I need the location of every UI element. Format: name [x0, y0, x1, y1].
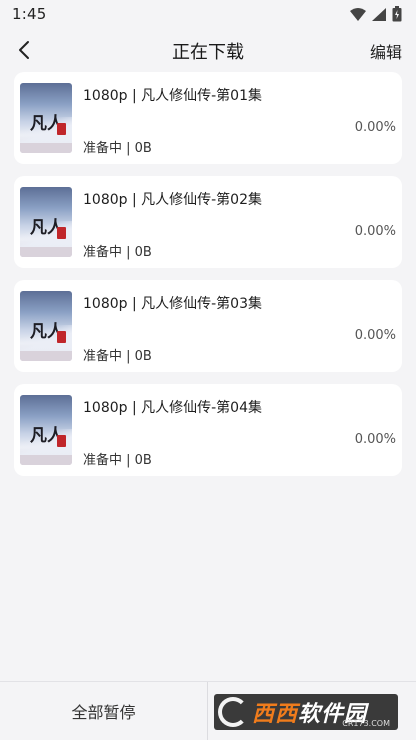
download-status: 准备中 | 0B [83, 245, 152, 260]
video-thumbnail: 凡人 [20, 395, 72, 465]
download-progress: 0.00% [354, 224, 396, 239]
battery-icon [392, 6, 402, 22]
nav-bar: 正在下载 编辑 [0, 30, 416, 70]
download-progress: 0.00% [354, 432, 396, 447]
download-progress: 0.00% [354, 328, 396, 343]
download-item[interactable]: 凡人 1080p | 凡人修仙传-第04集 0.00% 准备中 | 0B [14, 384, 402, 476]
download-status: 准备中 | 0B [83, 349, 152, 364]
download-title: 1080p | 凡人修仙传-第03集 [83, 296, 262, 312]
page-title: 正在下载 [172, 42, 244, 63]
download-item[interactable]: 凡人 1080p | 凡人修仙传-第01集 0.00% 准备中 | 0B [14, 72, 402, 164]
pause-all-button[interactable]: 全部暂停 [0, 682, 207, 740]
download-item[interactable]: 凡人 1080p | 凡人修仙传-第02集 0.00% 准备中 | 0B [14, 176, 402, 268]
watermark-brand-accent: 西西 [252, 702, 299, 727]
status-icons [350, 6, 402, 22]
download-item[interactable]: 凡人 1080p | 凡人修仙传-第03集 0.00% 准备中 | 0B [14, 280, 402, 372]
watermark-url: CR173.COM [342, 719, 390, 728]
wifi-icon [350, 7, 366, 21]
bottom-divider [207, 682, 208, 740]
watermark-mark-icon [218, 697, 248, 727]
signal-icon [372, 7, 386, 21]
video-thumbnail: 凡人 [20, 187, 72, 257]
bottom-bar: 全部暂停 西西软件园 CR173.COM [0, 681, 416, 740]
status-time: 1:45 [12, 5, 47, 23]
download-list: 凡人 1080p | 凡人修仙传-第01集 0.00% 准备中 | 0B 凡人 … [14, 72, 402, 488]
status-bar: 1:45 [0, 0, 416, 28]
watermark-logo: 西西软件园 CR173.COM [214, 694, 398, 730]
video-thumbnail: 凡人 [20, 291, 72, 361]
download-title: 1080p | 凡人修仙传-第01集 [83, 88, 262, 104]
download-progress: 0.00% [354, 120, 396, 135]
download-title: 1080p | 凡人修仙传-第04集 [83, 400, 262, 416]
video-thumbnail: 凡人 [20, 83, 72, 153]
download-title: 1080p | 凡人修仙传-第02集 [83, 192, 262, 208]
edit-button[interactable]: 编辑 [370, 39, 402, 63]
download-status: 准备中 | 0B [83, 453, 152, 468]
download-status: 准备中 | 0B [83, 141, 152, 156]
